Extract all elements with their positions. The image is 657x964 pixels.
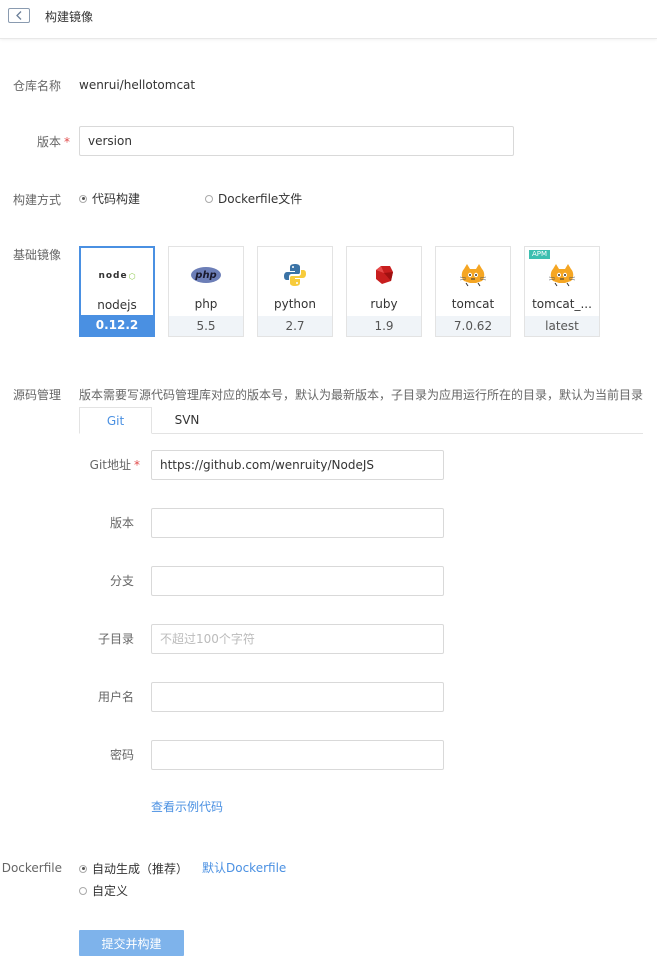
image-card-python[interactable]: python 2.7 (257, 246, 333, 337)
back-button[interactable] (8, 8, 30, 23)
radio-dockerfile-label: Dockerfile文件 (218, 192, 303, 206)
radio-unchecked-icon (79, 886, 87, 895)
branch-input[interactable] (151, 566, 444, 596)
radio-auto-generate-label: 自动生成（推荐） (92, 862, 189, 876)
page-header: 构建镜像 (0, 0, 657, 39)
source-tabs: Git SVN (79, 407, 643, 434)
radio-custom-label: 自定义 (92, 884, 129, 898)
image-card-name: nodejs (97, 298, 137, 312)
radio-auto-generate[interactable]: 自动生成（推荐） (79, 860, 188, 877)
chevron-left-icon (16, 11, 22, 20)
nodejs-logo-text: node (98, 271, 128, 281)
image-card-version: latest (525, 316, 599, 336)
image-card-version: 1.9 (347, 316, 421, 336)
image-card-php[interactable]: php php 5.5 (168, 246, 244, 337)
git-url-label: Git地址 * (89, 458, 140, 472)
tab-svn[interactable]: SVN (152, 407, 222, 433)
image-card-name: php (194, 297, 218, 311)
image-card-name: tomcat_... (532, 297, 592, 311)
repo-label: 仓库名称 (12, 79, 61, 93)
default-dockerfile-link[interactable]: 默认Dockerfile (202, 859, 286, 876)
image-card-name: ruby (370, 297, 398, 311)
ruby-logo-icon (347, 261, 421, 289)
radio-custom[interactable]: 自定义 (79, 882, 128, 899)
tab-git[interactable]: Git (79, 407, 152, 434)
php-logo-icon: php (169, 261, 243, 289)
dockerfile-label: Dockerfile (1, 861, 62, 875)
sample-code-link[interactable]: 查看示例代码 (151, 798, 223, 815)
source-hint: 版本需要写源代码管理库对应的版本号，默认为最新版本，子目录为应用运行所在的目录，… (79, 388, 644, 402)
tomcat-logo-icon (525, 261, 599, 289)
branch-label: 分支 (109, 574, 134, 588)
image-card-name: tomcat (451, 297, 495, 311)
required-mark: * (64, 135, 70, 149)
image-card-version: 5.5 (169, 316, 243, 336)
image-card-nodejs[interactable]: node ⬡ nodejs 0.12.2 (79, 246, 155, 337)
nodejs-logo-icon: node ⬡ (98, 271, 136, 281)
radio-code-build-label: 代码构建 (92, 192, 141, 206)
page-title: 构建镜像 (45, 10, 94, 24)
tomcat-logo-icon (436, 261, 510, 289)
base-image-label: 基础镜像 (12, 248, 61, 262)
required-mark: * (134, 458, 140, 472)
username-label: 用户名 (97, 690, 134, 704)
image-card-ruby[interactable]: ruby 1.9 (346, 246, 422, 337)
image-card-tomcat[interactable]: tomcat 7.0.62 (435, 246, 511, 337)
image-card-tomcat-apm[interactable]: APM tomcat_... latest (524, 246, 600, 337)
source-label: 源码管理 (12, 388, 61, 402)
radio-dockerfile[interactable]: Dockerfile文件 (205, 190, 302, 207)
git-version-input[interactable] (151, 508, 444, 538)
python-logo-icon (258, 261, 332, 289)
username-input[interactable] (151, 682, 444, 712)
radio-checked-icon (79, 864, 87, 873)
subdir-input[interactable] (151, 624, 444, 654)
image-card-version: 2.7 (258, 316, 332, 336)
radio-code-build[interactable]: 代码构建 (79, 190, 140, 207)
image-card-version: 7.0.62 (436, 316, 510, 336)
git-version-label: 版本 (109, 516, 134, 530)
password-label: 密码 (109, 748, 134, 762)
submit-build-button[interactable]: 提交并构建 (79, 930, 184, 956)
subdir-label: 子目录 (97, 632, 134, 646)
php-logo-text: php (195, 269, 217, 281)
version-label: 版本 * (36, 135, 70, 149)
radio-unchecked-icon (205, 194, 213, 203)
password-input[interactable] (151, 740, 444, 770)
image-card-version: 0.12.2 (81, 315, 153, 335)
repo-value: wenrui/hellotomcat (79, 78, 196, 92)
radio-checked-icon (79, 194, 87, 203)
apm-badge: APM (529, 250, 551, 259)
version-input[interactable] (79, 126, 514, 156)
build-method-label: 构建方式 (12, 193, 61, 207)
git-url-input[interactable] (151, 450, 444, 480)
image-card-name: python (274, 297, 316, 311)
